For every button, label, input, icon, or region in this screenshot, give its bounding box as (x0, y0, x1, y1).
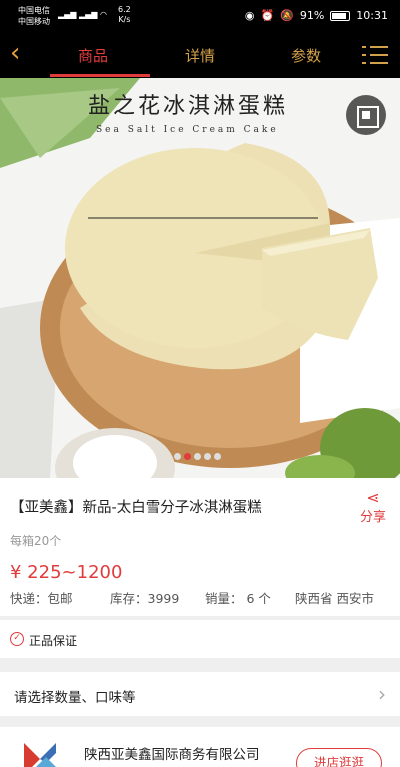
share-button[interactable]: ⋖ 分享 (360, 488, 386, 525)
carrier-1: 中国电信 (18, 6, 50, 15)
carousel-dot[interactable] (194, 453, 201, 460)
battery-icon (330, 10, 351, 21)
price-range: ¥ 225~1200 (10, 562, 123, 583)
alarm-icon: ⏰ (260, 9, 275, 22)
shipping-info: 快递：包邮 (10, 591, 73, 606)
share-label: 分享 (359, 510, 386, 525)
mute-icon: 🔕 (280, 9, 294, 22)
carousel-dot[interactable] (174, 453, 181, 460)
stock-info: 库存：3999 (110, 591, 180, 606)
visit-shop-button[interactable]: 进店逛逛 (296, 748, 382, 767)
menu-icon[interactable] (362, 44, 388, 66)
select-options-row[interactable]: 请选择数量、口味等 › (0, 672, 400, 716)
qr-code-icon[interactable] (346, 95, 386, 135)
shop-card: 陕西亚美鑫国际商务有限公司 进店逛逛 (0, 727, 400, 767)
net-speed-value: 6.2 (118, 5, 131, 14)
chevron-right-icon: › (378, 682, 386, 706)
shop-name: 陕西亚美鑫国际商务有限公司 (84, 747, 260, 763)
back-arrow-icon[interactable]: ‹ (10, 40, 34, 70)
clock: 10:31 (356, 9, 388, 22)
product-info: 【亚美鑫】新品-太白雪分子冰淇淋蛋糕 ⋖ 分享 每箱20个 ¥ 225~1200… (0, 478, 400, 616)
status-right: ◉ ⏰ 🔕 91% 10:31 (245, 9, 388, 22)
status-bar: 中国电信 中国移动 ▂▄▆ ▂▄▆ ◠ 6.2 K/s ◉ ⏰ 🔕 91% 10… (0, 0, 400, 32)
net-speed: 6.2 K/s (118, 5, 131, 25)
signal-icon: ▂▄▆ ▂▄▆ ◠ (58, 10, 107, 19)
pack-size: 每箱20个 (10, 534, 62, 548)
hero-title: 盐之花冰淇淋蛋糕 (88, 94, 289, 119)
check-circle-icon: ✓ (10, 632, 24, 646)
carousel-dot[interactable] (204, 453, 211, 460)
net-speed-unit: K/s (118, 15, 131, 24)
product-meta: 快递：包邮 库存：3999 销量： 6 个 陕西省 西安市 (10, 588, 390, 607)
tab-params[interactable]: 参数 (291, 45, 321, 66)
top-nav: ‹ 商品 详情 参数 (0, 32, 400, 78)
tab-product[interactable]: 商品 (78, 45, 108, 66)
carrier-labels: 中国电信 中国移动 (18, 5, 50, 27)
sales-info: 销量： 6 个 (205, 591, 271, 606)
shop-logo (24, 743, 56, 767)
guarantee-row: ✓ 正品保证 (0, 620, 400, 658)
carousel-dot-active[interactable] (184, 453, 191, 460)
carrier-2: 中国移动 (18, 17, 50, 26)
hero-subtitle: Sea Salt Ice Cream Cake (96, 125, 279, 135)
location-info: 陕西省 西安市 (295, 591, 374, 606)
product-name: 【亚美鑫】新品-太白雪分子冰淇淋蛋糕 (10, 500, 262, 516)
product-photo (0, 78, 400, 478)
battery-percent: 91% (299, 9, 325, 22)
select-options-label: 请选择数量、口味等 (14, 690, 136, 706)
eye-icon: ◉ (244, 9, 255, 22)
tab-details[interactable]: 详情 (185, 45, 215, 66)
product-image-carousel[interactable]: 盐之花冰淇淋蛋糕 Sea Salt Ice Cream Cake (0, 78, 400, 478)
active-tab-indicator (50, 74, 150, 77)
carousel-dot[interactable] (214, 453, 221, 460)
share-icon: ⋖ (366, 488, 380, 507)
guarantee-label: 正品保证 (29, 634, 78, 648)
carousel-dots (174, 453, 221, 460)
